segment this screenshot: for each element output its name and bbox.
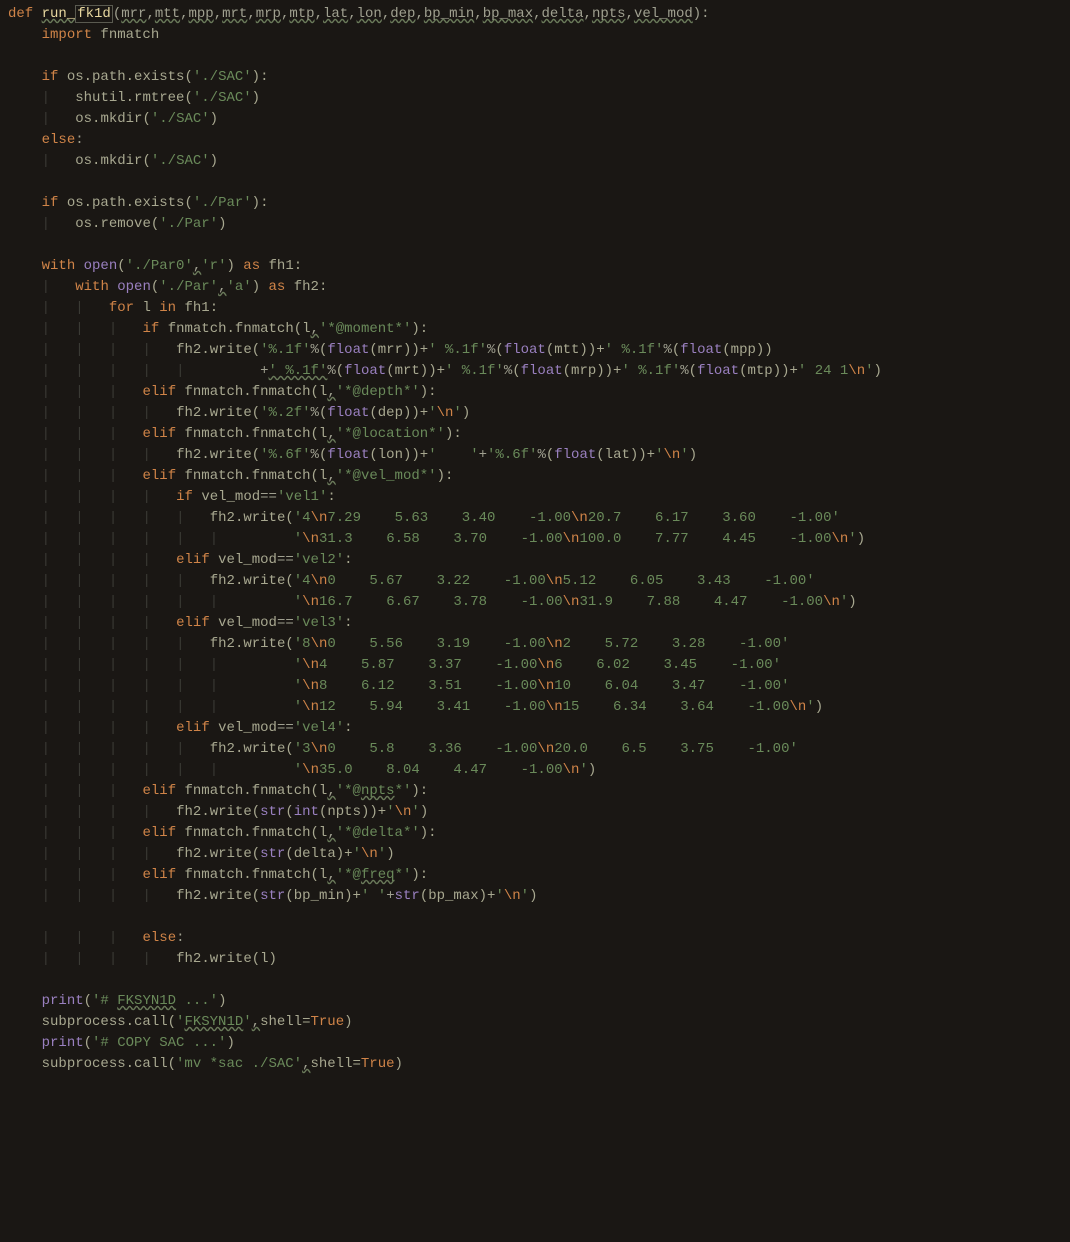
code-line[interactable]: else:	[0, 130, 1070, 151]
code-line[interactable]: | | | | | | '\n31.3 6.58 3.70 -1.00\n100…	[0, 529, 1070, 550]
code-line[interactable]: print('# FKSYN1D ...')	[0, 991, 1070, 1012]
code-line[interactable]: with open('./Par0','r') as fh1:	[0, 256, 1070, 277]
code-line[interactable]: | | | elif fnmatch.fnmatch(l,'*@location…	[0, 424, 1070, 445]
code-line[interactable]: | | | | | fh2.write('4\n7.29 5.63 3.40 -…	[0, 508, 1070, 529]
code-line[interactable]: | | | | fh2.write('%.1f'%(float(mrr))+' …	[0, 340, 1070, 361]
code-line[interactable]: | os.mkdir('./SAC')	[0, 151, 1070, 172]
code-line[interactable]: | os.mkdir('./SAC')	[0, 109, 1070, 130]
code-line[interactable]: | | | | elif vel_mod=='vel4':	[0, 718, 1070, 739]
code-line[interactable]: | | | | fh2.write(str(bp_min)+' '+str(bp…	[0, 886, 1070, 907]
code-line[interactable]: | | | | fh2.write('%.6f'%(float(lon))+' …	[0, 445, 1070, 466]
code-line[interactable]: | | for l in fh1:	[0, 298, 1070, 319]
code-line[interactable]: if os.path.exists('./Par'):	[0, 193, 1070, 214]
code-line[interactable]	[0, 46, 1070, 67]
code-line[interactable]: | | | | fh2.write(str(delta)+'\n')	[0, 844, 1070, 865]
code-line[interactable]: | | | if fnmatch.fnmatch(l,'*@moment*'):	[0, 319, 1070, 340]
code-line[interactable]: import fnmatch	[0, 25, 1070, 46]
code-line[interactable]: | | | | fh2.write(l)	[0, 949, 1070, 970]
code-line[interactable]: | | | | | | '\n4 5.87 3.37 -1.00\n6 6.02…	[0, 655, 1070, 676]
code-line[interactable]: | | | | if vel_mod=='vel1':	[0, 487, 1070, 508]
code-line[interactable]: | | | | elif vel_mod=='vel2':	[0, 550, 1070, 571]
code-line[interactable]	[0, 235, 1070, 256]
code-line[interactable]: | | | | elif vel_mod=='vel3':	[0, 613, 1070, 634]
code-line[interactable]: | | | elif fnmatch.fnmatch(l,'*@freq*'):	[0, 865, 1070, 886]
code-line[interactable]: | | | elif fnmatch.fnmatch(l,'*@delta*')…	[0, 823, 1070, 844]
code-line[interactable]: | | | elif fnmatch.fnmatch(l,'*@vel_mod*…	[0, 466, 1070, 487]
code-line[interactable]: | | | | | | '\n35.0 8.04 4.47 -1.00\n')	[0, 760, 1070, 781]
code-line[interactable]: | with open('./Par','a') as fh2:	[0, 277, 1070, 298]
code-line[interactable]: | | | | fh2.write('%.2f'%(float(dep))+'\…	[0, 403, 1070, 424]
code-line[interactable]: def run_fk1d(mrr,mtt,mpp,mrt,mrp,mtp,lat…	[0, 4, 1070, 25]
code-line[interactable]: | | | | | fh2.write('3\n0 5.8 3.36 -1.00…	[0, 739, 1070, 760]
code-line[interactable]: | | | | fh2.write(str(int(npts))+'\n')	[0, 802, 1070, 823]
code-line[interactable]: | shutil.rmtree('./SAC')	[0, 88, 1070, 109]
code-line[interactable]: | | | else:	[0, 928, 1070, 949]
code-editor[interactable]: def run_fk1d(mrr,mtt,mpp,mrt,mrp,mtp,lat…	[0, 0, 1070, 1087]
code-line[interactable]: | | | | | | '\n12 5.94 3.41 -1.00\n15 6.…	[0, 697, 1070, 718]
code-line[interactable]: | | | elif fnmatch.fnmatch(l,'*@depth*')…	[0, 382, 1070, 403]
code-line[interactable]: | | | | | +' %.1f'%(float(mrt))+' %.1f'%…	[0, 361, 1070, 382]
code-line[interactable]: if os.path.exists('./SAC'):	[0, 67, 1070, 88]
code-line[interactable]: subprocess.call('mv *sac ./SAC',shell=Tr…	[0, 1054, 1070, 1075]
code-line[interactable]: subprocess.call('FKSYN1D',shell=True)	[0, 1012, 1070, 1033]
code-line[interactable]: | | | elif fnmatch.fnmatch(l,'*@npts*'):	[0, 781, 1070, 802]
code-line[interactable]	[0, 907, 1070, 928]
code-line[interactable]: | | | | | | '\n8 6.12 3.51 -1.00\n10 6.0…	[0, 676, 1070, 697]
code-line[interactable]: | | | | | fh2.write('8\n0 5.56 3.19 -1.0…	[0, 634, 1070, 655]
code-line[interactable]	[0, 970, 1070, 991]
code-line[interactable]: | os.remove('./Par')	[0, 214, 1070, 235]
code-line[interactable]	[0, 172, 1070, 193]
code-line[interactable]: | | | | | | '\n16.7 6.67 3.78 -1.00\n31.…	[0, 592, 1070, 613]
code-line[interactable]: print('# COPY SAC ...')	[0, 1033, 1070, 1054]
code-line[interactable]: | | | | | fh2.write('4\n0 5.67 3.22 -1.0…	[0, 571, 1070, 592]
